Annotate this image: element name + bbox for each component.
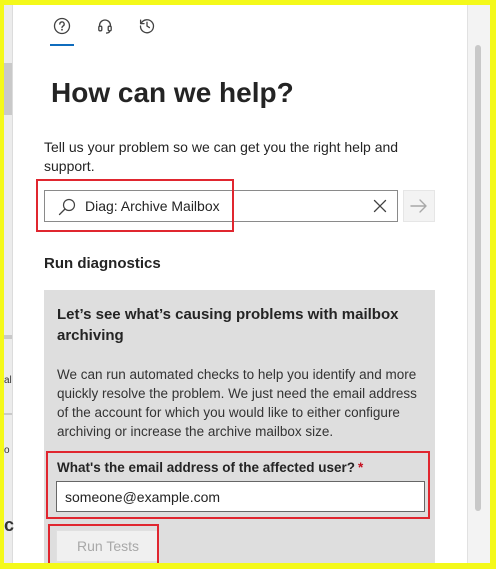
required-marker: * [358, 460, 364, 475]
email-field-label: What's the email address of the affected… [57, 460, 363, 475]
question-circle-icon [50, 17, 74, 35]
tab-history[interactable] [135, 17, 159, 39]
section-title: Run diagnostics [44, 255, 161, 272]
page-title: How can we help? [51, 77, 294, 108]
run-tests-button[interactable]: Run Tests [56, 530, 160, 562]
diagnostic-description: We can run automated checks to help you … [57, 367, 417, 439]
close-icon[interactable] [373, 199, 387, 218]
scrollbar-track[interactable] [467, 5, 490, 563]
search-submit-button[interactable] [403, 190, 435, 222]
diagnostic-title: Let’s see what’s causing problems with m… [57, 306, 399, 344]
email-label-text: What's the email address of the affected… [57, 460, 356, 475]
background-text-fragment: al [4, 375, 12, 386]
intro-text: Tell us your problem so we can get you t… [44, 139, 399, 174]
background-block [4, 63, 12, 115]
tab-support[interactable] [93, 17, 117, 39]
search-icon [57, 197, 77, 222]
search-query[interactable]: Diag: Archive Mailbox [85, 191, 220, 221]
headset-icon [93, 17, 117, 35]
diagnostic-card: Let’s see what’s causing problems with m… [44, 290, 435, 563]
help-pane: al o c How can we help? Tell us your pro… [4, 5, 490, 563]
email-field[interactable] [56, 481, 425, 512]
background-divider [4, 335, 12, 339]
background-app-edge: al o c [4, 5, 15, 563]
search-input[interactable]: Diag: Archive Mailbox [44, 190, 398, 222]
background-text-fragment: o [4, 445, 10, 456]
background-text-fragment: c [4, 515, 15, 535]
background-divider [4, 413, 12, 415]
history-icon [135, 17, 159, 35]
scrollbar-thumb[interactable] [475, 45, 481, 511]
tab-help[interactable] [50, 17, 74, 46]
